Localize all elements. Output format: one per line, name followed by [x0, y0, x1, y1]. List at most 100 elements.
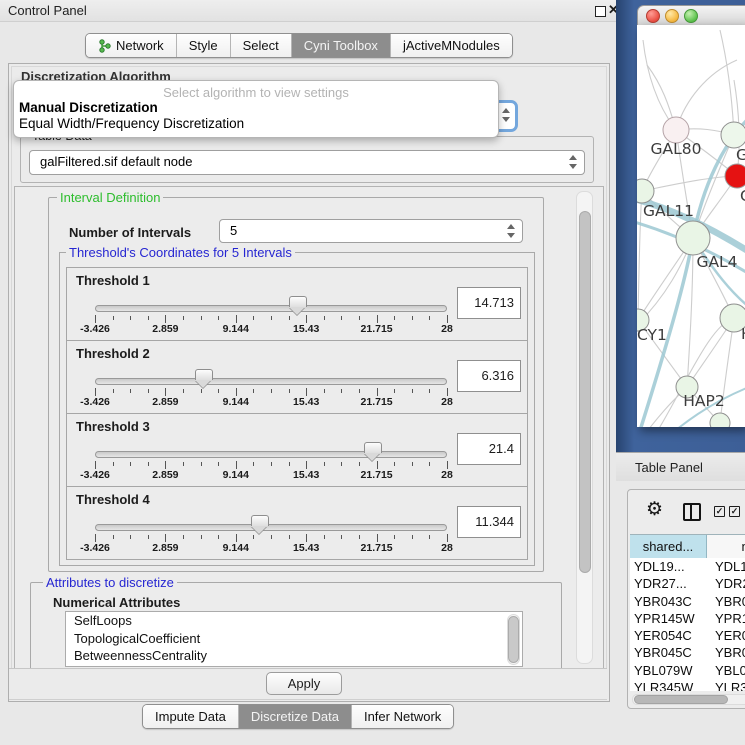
- tick-mark: [165, 388, 166, 396]
- column-header-name[interactable]: na: [707, 535, 745, 558]
- slider-scale-labels: -3.4262.8599.14415.4321.71528: [95, 396, 447, 408]
- tab-discretize-data[interactable]: Discretize Data: [239, 705, 352, 728]
- zoom-traffic-light-icon[interactable]: [684, 9, 698, 23]
- dropdown-option[interactable]: Manual Discretization: [19, 100, 158, 115]
- scale-tick-label: 2.859: [152, 542, 178, 554]
- tab-jactivemnodules[interactable]: jActiveMNodules: [391, 34, 512, 57]
- dropdown-option[interactable]: Equal Width/Frequency Discretization: [19, 116, 244, 131]
- column-header-shared[interactable]: shared...: [630, 535, 707, 558]
- content-scrollbar[interactable]: [576, 191, 593, 664]
- scrollbar-thumb[interactable]: [634, 695, 728, 704]
- threshold-slider[interactable]: -3.4262.8599.14415.4321.71528: [95, 369, 447, 409]
- network-canvas[interactable]: GAL80GACGAL11GAL4GCY1HHAP2: [637, 25, 745, 427]
- cell-name: YER0: [710, 627, 745, 644]
- cell-shared-name: YPR145W: [630, 610, 710, 627]
- slider-track[interactable]: [95, 524, 447, 531]
- tick-mark: [271, 316, 272, 320]
- numerical-attributes-list[interactable]: SelfLoopsTopologicalCoefficientBetweenne…: [65, 611, 523, 667]
- slider-thumb[interactable]: [251, 515, 269, 526]
- checkbox-checked-icon[interactable]: ✓: [714, 506, 725, 517]
- scale-tick-label: 2.859: [152, 323, 178, 335]
- columns-icon[interactable]: [683, 503, 701, 521]
- slider-track[interactable]: [95, 305, 447, 312]
- combo-stepper-icon[interactable]: [567, 154, 578, 170]
- tick-mark: [394, 389, 395, 393]
- network-node[interactable]: [637, 179, 654, 203]
- threshold-slider[interactable]: -3.4262.8599.14415.4321.71528: [95, 442, 447, 482]
- thresholds-group: Threshold's Coordinates for 5 Intervals …: [59, 252, 535, 566]
- network-node[interactable]: [676, 221, 710, 255]
- float-window-icon[interactable]: [595, 6, 606, 17]
- threshold-slider[interactable]: -3.4262.8599.14415.4321.71528: [95, 296, 447, 336]
- tick-mark: [201, 462, 202, 466]
- table-row[interactable]: YDL19...YDL1: [630, 558, 745, 575]
- combo-stepper-icon[interactable]: [500, 107, 511, 123]
- table-row[interactable]: YBL079WYBL0: [630, 662, 745, 679]
- scale-tick-label: 28: [441, 542, 453, 554]
- close-traffic-light-icon[interactable]: [646, 9, 660, 23]
- slider-track[interactable]: [95, 378, 447, 385]
- scrollbar-thumb[interactable]: [508, 616, 519, 663]
- network-node[interactable]: [725, 164, 745, 188]
- network-node[interactable]: [721, 122, 745, 148]
- threshold-value-field[interactable]: 11.344: [457, 506, 521, 538]
- tick-mark: [447, 388, 448, 396]
- threshold-label: Threshold 1: [76, 273, 150, 288]
- table-row[interactable]: YLR345WYLR3: [630, 679, 745, 691]
- threshold-row: Threshold 2-3.4262.8599.14415.4321.71528…: [66, 340, 528, 414]
- slider-thumb[interactable]: [195, 369, 213, 380]
- tick-mark: [165, 315, 166, 323]
- tick-mark: [183, 535, 184, 539]
- tick-mark: [165, 461, 166, 469]
- tab-cyni-toolbox[interactable]: Cyni Toolbox: [292, 34, 391, 57]
- table-row[interactable]: YBR043CYBR0: [630, 593, 745, 610]
- right-region: GAL80GACGAL11GAL4GCY1HHAP2 Table Panel ⚙…: [616, 0, 745, 745]
- tab-impute-data[interactable]: Impute Data: [143, 705, 239, 728]
- scrollbar-thumb[interactable]: [579, 211, 591, 573]
- slider-thumb[interactable]: [289, 296, 307, 307]
- tick-mark: [412, 462, 413, 466]
- table-row[interactable]: YPR145WYPR1: [630, 610, 745, 627]
- table-panel-titlebar: Table Panel: [616, 452, 745, 483]
- cell-shared-name: YER054C: [630, 627, 710, 644]
- table-hscrollbar[interactable]: [632, 694, 745, 705]
- table-data-combo[interactable]: galFiltered.sif default node: [29, 150, 585, 175]
- attribute-list-item[interactable]: BetweennessCentrality: [66, 647, 522, 665]
- attribute-list-item[interactable]: TopologicalCoefficient: [66, 630, 522, 648]
- number-of-intervals-spinner[interactable]: 5: [219, 219, 523, 243]
- table-row[interactable]: YDR27...YDR2: [630, 575, 745, 592]
- scale-tick-label: -3.426: [80, 323, 110, 335]
- tick-mark: [218, 316, 219, 320]
- control-panel-title: Control Panel: [8, 3, 87, 18]
- slider-thumb[interactable]: [364, 442, 382, 453]
- network-edge: [638, 191, 642, 320]
- threshold-value-field[interactable]: 21.4: [457, 433, 521, 465]
- apply-button[interactable]: Apply: [266, 672, 342, 695]
- tab-network[interactable]: Network: [86, 34, 177, 57]
- threshold-value-field[interactable]: 6.316: [457, 360, 521, 392]
- tab-select[interactable]: Select: [231, 34, 292, 57]
- tab-label: Cyni Toolbox: [304, 38, 378, 53]
- table-row[interactable]: YBR045CYBR0: [630, 644, 745, 661]
- tab-style[interactable]: Style: [177, 34, 231, 57]
- scale-tick-label: 9.144: [223, 469, 249, 481]
- threshold-value-field[interactable]: 14.713: [457, 287, 521, 319]
- table-row[interactable]: YER054CYER0: [630, 627, 745, 644]
- attribute-list-item[interactable]: SelfLoops: [66, 612, 522, 630]
- spinner-arrows-icon[interactable]: [505, 223, 516, 239]
- tick-mark: [148, 389, 149, 393]
- minimize-traffic-light-icon[interactable]: [665, 9, 679, 23]
- network-window-titlebar[interactable]: [637, 5, 745, 27]
- slider-track[interactable]: [95, 451, 447, 458]
- tab-infer-network[interactable]: Infer Network: [352, 705, 453, 728]
- table-data-group: Table Data galFiltered.sif default node: [20, 136, 594, 183]
- slider-ticks: [95, 315, 447, 323]
- cell-name: YDL1: [710, 558, 745, 575]
- checkbox-checked-icon[interactable]: ✓: [729, 506, 740, 517]
- cell-name: YBR0: [710, 644, 745, 661]
- threshold-slider[interactable]: -3.4262.8599.14415.4321.71528: [95, 515, 447, 555]
- gear-icon[interactable]: ⚙: [646, 498, 663, 521]
- tick-mark: [218, 389, 219, 393]
- attributes-list-scrollbar[interactable]: [507, 614, 520, 665]
- control-panel-tab-bar: NetworkStyleSelect Cyni Toolbox jActiveMNo…: [85, 33, 513, 58]
